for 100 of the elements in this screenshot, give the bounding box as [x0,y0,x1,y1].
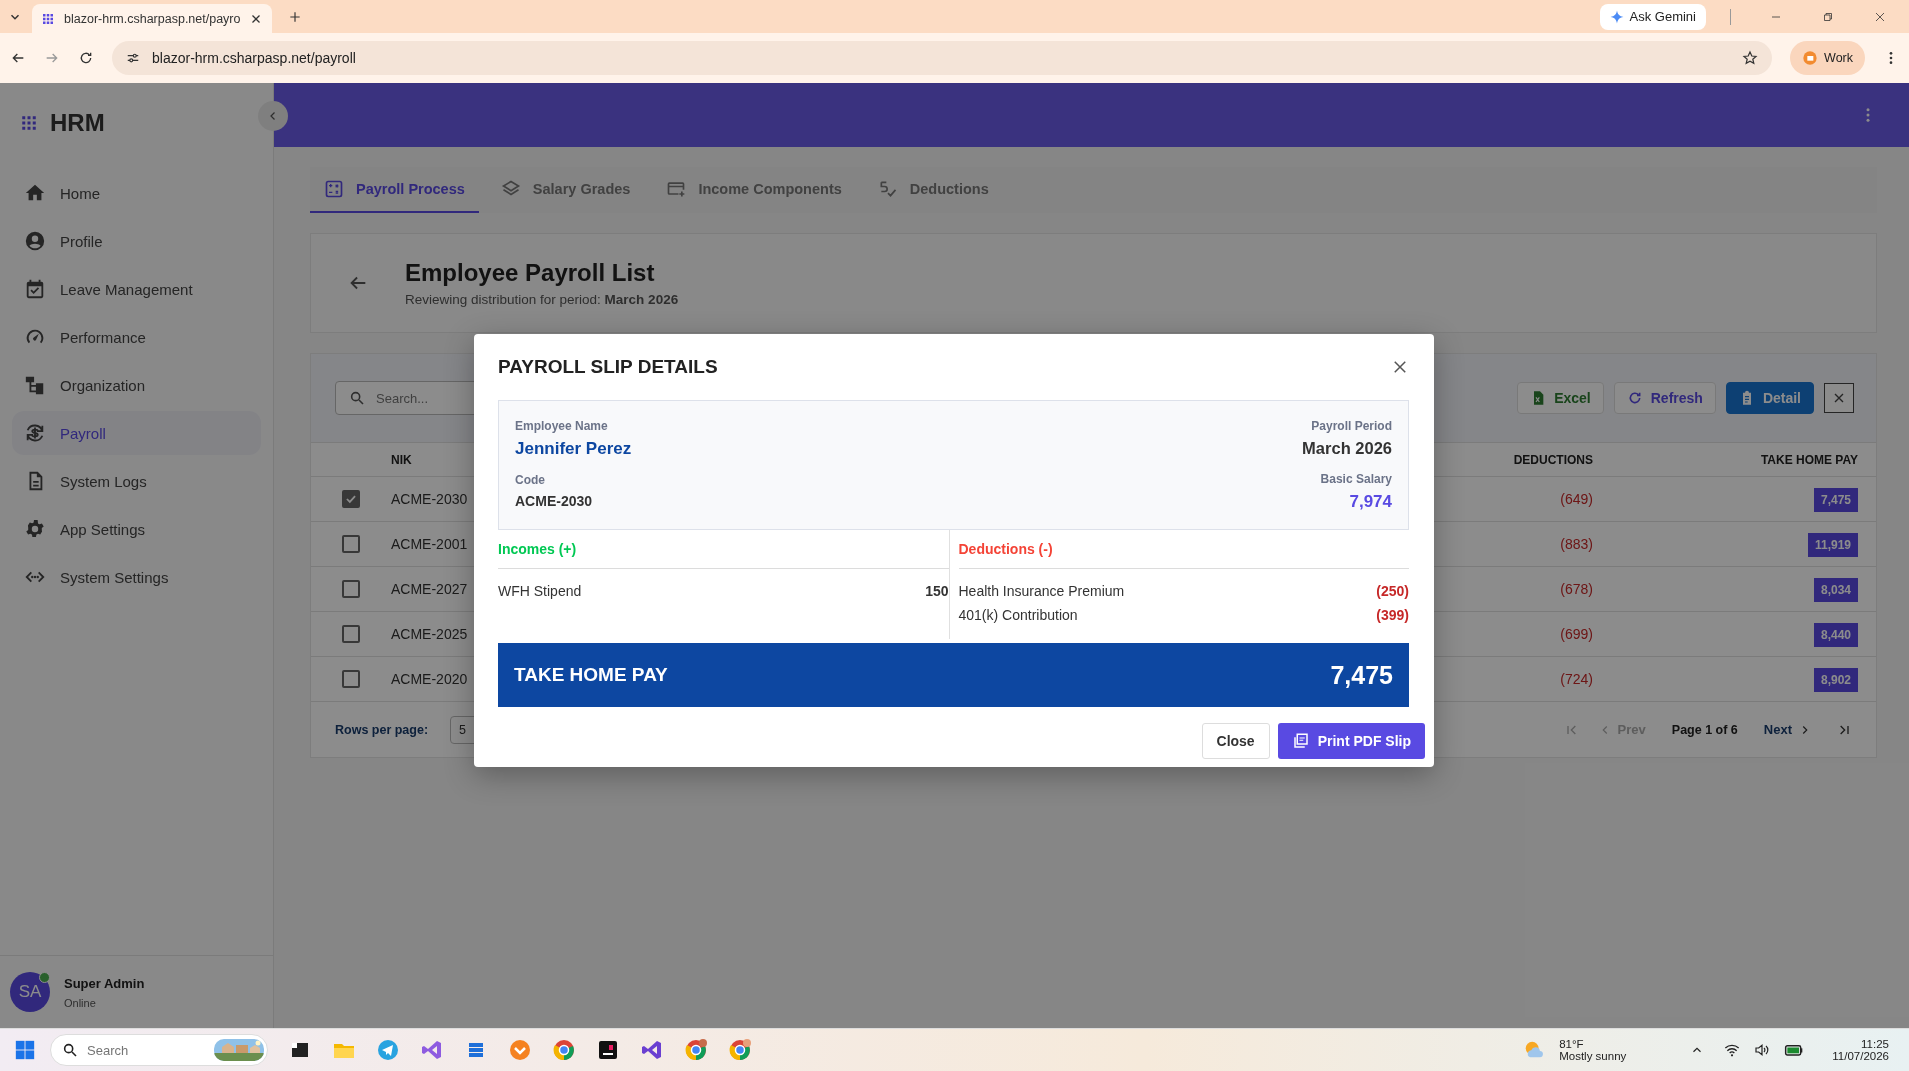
pay-badge: 11,919 [1807,533,1858,557]
tab[interactable]: Payroll Process [310,167,479,213]
star-icon[interactable] [1742,50,1759,66]
page-title: Employee Payroll List [405,259,656,287]
user-name: Super Admin [64,975,145,991]
detail-button[interactable]: Detail [1725,382,1814,414]
take-home-pay-label: TAKE HOME PAY [514,664,668,686]
clear-button[interactable] [1824,383,1854,413]
ribbon-icon[interactable] [420,1038,444,1062]
briefcase-icon [1802,50,1819,66]
tab[interactable]: Salary Grades [486,167,645,213]
weather-text: Mostly sunny [1559,1050,1627,1062]
cycle-arrows-icon [24,422,46,444]
address-field[interactable]: blazor-hrm.csharpasp.net/payroll [112,41,1773,75]
field-label: Employee Name [515,419,609,433]
sparkle-icon [1609,9,1624,24]
nav-item[interactable]: App Settings [12,507,261,551]
ribbon-icon[interactable] [640,1038,664,1062]
clock-date: 11/07/2026 [1832,1050,1889,1062]
new-tab-icon[interactable] [288,9,303,24]
checkbox[interactable] [342,535,360,553]
pdf-file-icon [1291,732,1310,750]
table-cell: (724) [1560,671,1593,687]
nav-item[interactable]: Profile [12,219,261,263]
nav-item[interactable]: Organization [12,363,261,407]
app-title: HRM [50,109,105,137]
calendar-icon [24,278,46,300]
nav-item[interactable]: Leave Management [12,267,261,311]
start-icon[interactable] [14,1039,36,1061]
search-icon [62,1042,78,1058]
close-button[interactable]: Close [1201,723,1270,759]
income-name: WFH Stipend [498,583,582,599]
next-button[interactable]: Next [1757,722,1818,737]
deduction-amount: (399) [1376,607,1409,623]
card-plus-icon [666,179,687,199]
user-status: Online [64,996,97,1009]
ask-gemini-button[interactable]: Ask Gemini [1599,3,1706,30]
basic-salary: 7,974 [1349,492,1392,512]
close-icon[interactable] [1874,10,1886,23]
search-icon [349,390,365,406]
field-label: Code [515,473,546,487]
tab[interactable]: Income Components [652,167,856,213]
checkbox[interactable] [342,580,360,598]
tab[interactable]: Deductions [863,167,1003,213]
table-cell: ACME-2030 [391,491,468,507]
column-header: TAKE HOME PAY [1759,452,1859,467]
income-amount: 150 [925,583,949,599]
checkbox[interactable] [342,490,360,508]
checkbox[interactable] [342,670,360,688]
pay-badge: 8,034 [1813,578,1858,602]
refresh-button[interactable]: Refresh [1613,382,1716,414]
chevron-circle-icon[interactable] [508,1038,532,1062]
pay-badge: 8,902 [1813,668,1858,692]
nav-item[interactable]: System Settings [12,555,261,599]
site-settings-icon[interactable] [126,51,140,65]
grid-icon [42,12,54,25]
nav-item[interactable]: Performance [12,315,261,359]
payroll-period: March 2026 [1302,439,1392,458]
speaker-icon[interactable] [1754,1042,1771,1058]
round-app-icon[interactable] [552,1038,576,1062]
rows-per-page-label: Rows per page: [335,722,429,737]
square-app-icon[interactable] [596,1038,620,1062]
nav-item[interactable]: Payroll [12,411,261,455]
excel-button[interactable]: Excel [1517,382,1604,414]
checkbox[interactable] [342,625,360,643]
round-app-icon[interactable] [728,1038,752,1062]
round-app-icon[interactable] [684,1038,708,1062]
user-avatar: SA [10,972,50,1012]
field-label: Basic Salary [1320,472,1392,486]
print-button[interactable]: Print PDF Slip [1277,723,1425,759]
page-indicator: Page 1 of 6 [1671,722,1738,737]
browser-tab[interactable]: blazor-hrm.csharpasp.net/payro [32,4,273,33]
table-cell: ACME-2020 [391,671,468,687]
paper-plane-icon[interactable] [376,1038,400,1062]
wifi-icon[interactable] [1724,1042,1741,1058]
apps-grid-icon[interactable] [20,114,38,132]
table-cell: (678) [1560,581,1593,597]
nav-item[interactable]: Home [12,171,261,215]
deductions-heading: Deductions (-) [958,541,1053,557]
deduction-name: Health Insurance Premium [958,583,1125,599]
pay-badge: 7,475 [1813,488,1858,512]
profile-button[interactable]: Work [1790,41,1865,75]
table-cell: (699) [1560,626,1593,642]
reload-icon[interactable] [78,50,94,66]
employee-name: Jennifer Perez [515,439,632,459]
restore-icon[interactable] [1822,10,1834,23]
dialog-title: PAYROLL SLIP DETAILS [498,356,718,378]
deduction-amount: (250) [1376,583,1409,599]
nav-item[interactable]: System Logs [12,459,261,503]
table-cell: (883) [1560,536,1593,552]
table-cell: (649) [1560,491,1593,507]
column-header: DEDUCTIONS [1512,452,1593,467]
close-icon[interactable] [250,12,263,25]
close-icon[interactable] [1391,358,1409,376]
clock-time: 11:25 [1861,1038,1889,1050]
calculator-icon [324,179,344,199]
page-subtitle: Reviewing distribution for period: March 2026 [405,292,679,307]
temperature: 81°F [1559,1038,1585,1050]
incomes-heading: Incomes (+) [498,541,577,557]
pay-badge: 8,440 [1813,623,1858,647]
